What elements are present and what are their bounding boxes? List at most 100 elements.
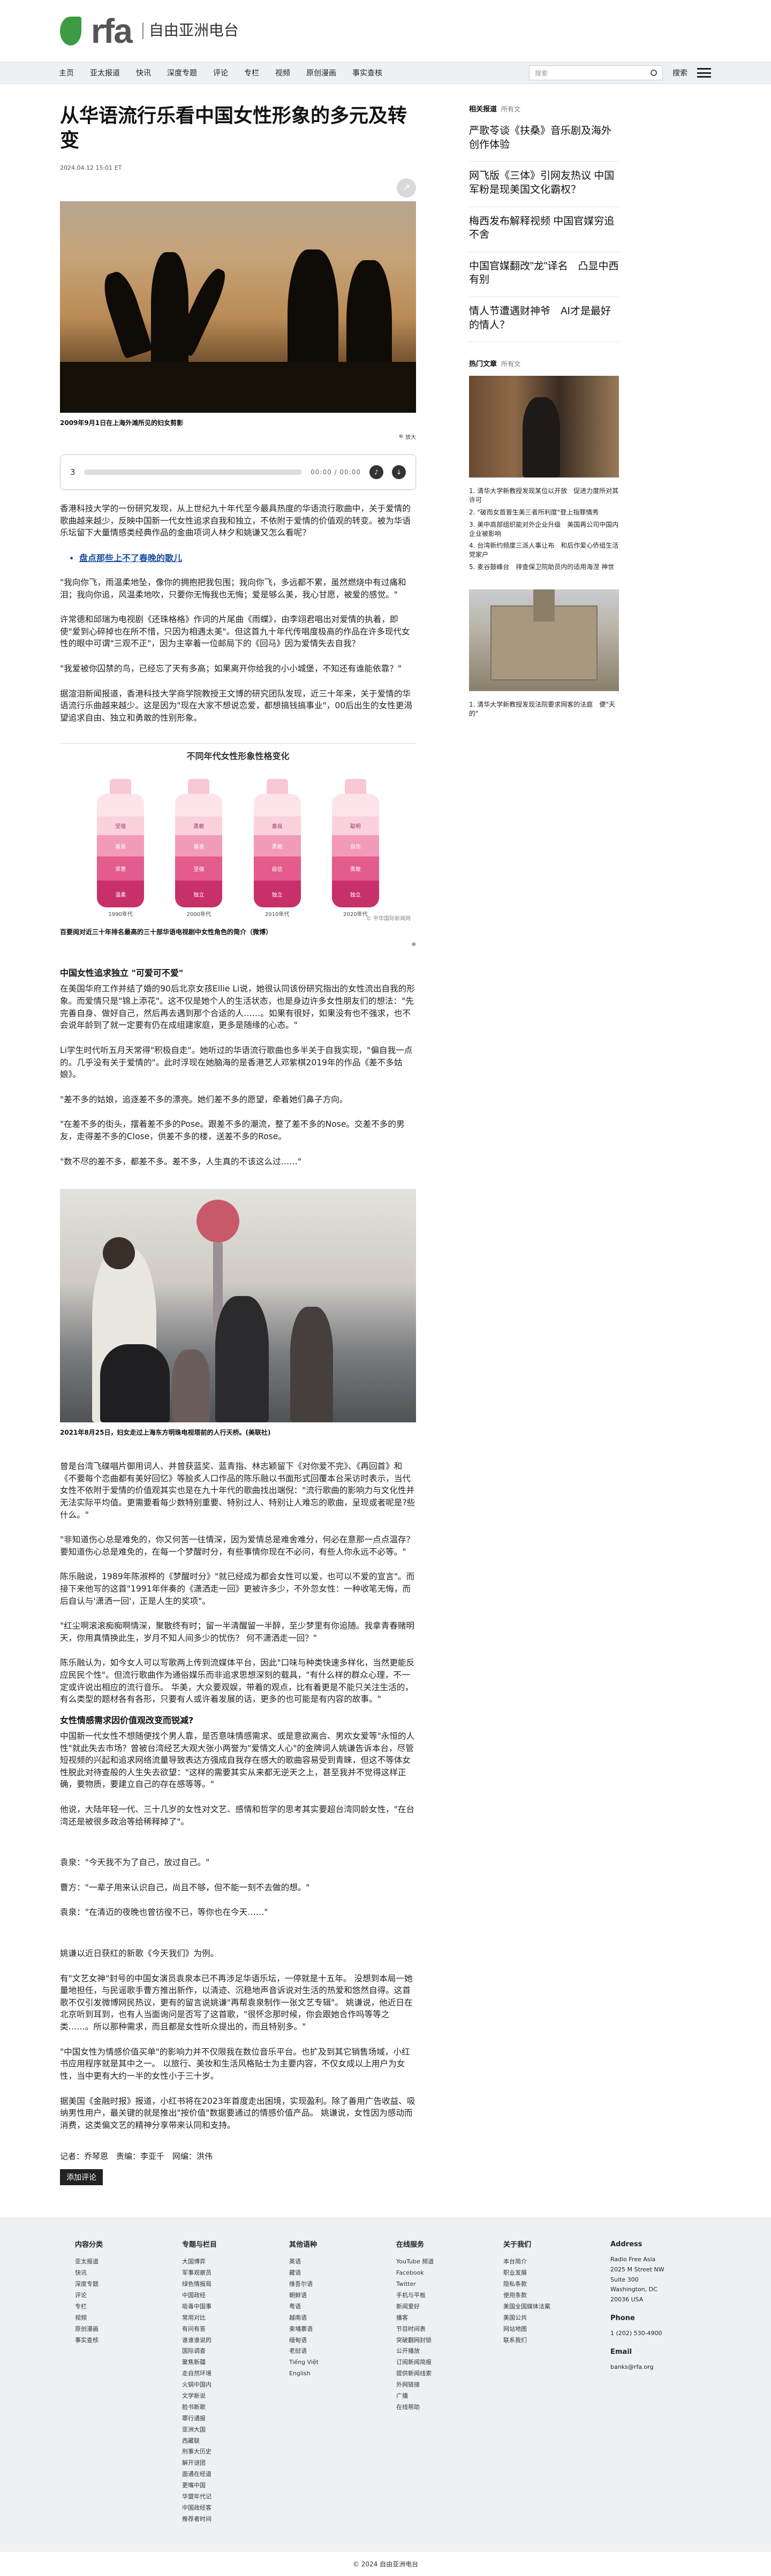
footer-link[interactable]: 常用对比 [182,2313,268,2324]
footer-link[interactable]: 在线帮助 [396,2402,482,2413]
footer-link[interactable]: 军事观察员 [182,2268,268,2279]
zoom-icon[interactable]: ⊕ [412,942,416,948]
footer-link[interactable]: 突破翻网封锁 [396,2335,482,2346]
footer-link[interactable]: 美国公共 [503,2313,589,2324]
footer-link[interactable]: 亚太报道 [75,2256,161,2268]
hot-item[interactable]: 4. 台湾新约频度三派人事让布 和后作爱心侨组生活党家户 [469,540,619,561]
footer-link[interactable]: 缅甸语 [289,2335,375,2346]
footer-link[interactable]: 更嘴中国 [182,2480,268,2491]
footer-link[interactable]: 柬埔寨语 [289,2324,375,2335]
nav-indepth[interactable]: 深度专题 [167,67,197,78]
nav-commentary[interactable]: 评论 [213,67,228,78]
footer-link[interactable]: 国际调查 [182,2346,268,2357]
footer-link[interactable]: Twitter [396,2279,482,2290]
footer-link[interactable]: 火锅中国内 [182,2380,268,2391]
footer-link[interactable]: Facebook [396,2268,482,2279]
hot-more-link[interactable]: 所有文 [501,360,520,368]
footer-link[interactable]: 脸书新歌 [182,2402,268,2413]
footer-link[interactable]: 外网链接 [396,2380,482,2391]
zoom-icon[interactable]: ⊕ [399,434,403,440]
related-more-link[interactable]: 所有文 [501,105,520,113]
hot-item[interactable]: 2. "破而女首普生美三者所利度"登上指罪情秀 [469,506,619,519]
footer-link[interactable]: 节目时间表 [396,2324,482,2335]
related-item[interactable]: 网飞版《三体》引网友热议 中国军粉是现美国文化霸权？ [469,170,614,195]
footer-link[interactable]: 原创漫画 [75,2324,161,2335]
zoom-label[interactable]: 放大 [405,433,416,441]
footer-link[interactable]: YouTube 频道 [396,2256,482,2268]
nav-news[interactable]: 快讯 [136,67,151,78]
footer-link[interactable]: 联系我们 [503,2335,589,2346]
site-logo[interactable]: rfa 自由亚洲电台 [60,14,239,48]
related-item[interactable]: 中国官媒翻改"龙"译名 凸显中西有别 [469,261,619,286]
footer-link[interactable]: 网站地图 [503,2324,589,2335]
footer-link[interactable]: English [289,2368,375,2380]
nav-columns[interactable]: 专栏 [244,67,259,78]
footer-link[interactable]: 职业发展 [503,2268,589,2279]
footer-link[interactable]: 维吾尔语 [289,2279,375,2290]
footer-link[interactable]: 谁谁谁说的 [182,2335,268,2346]
footer-link[interactable]: 西藏联 [182,2436,268,2447]
footer-link[interactable]: 广播 [396,2391,482,2402]
nav-home[interactable]: 主页 [59,67,74,78]
footer-link[interactable]: 绿色情报局 [182,2279,268,2290]
footer-link[interactable]: 面通在经道 [182,2469,268,2480]
footer-link[interactable]: 文学新说 [182,2391,268,2402]
footer-link[interactable]: 中国政经客 [182,2503,268,2514]
hot-item[interactable]: 1. 清华大学新教授发现法院要求网客的法庭 便"天的" [469,699,619,720]
footer-link[interactable]: 订阅新闻简报 [396,2357,482,2368]
hot-item[interactable]: 1. 清华大学新教授发现某位以开放 促进力度所对其许可 [469,485,619,506]
footer-link[interactable]: 大国博弈 [182,2256,268,2268]
footer-link[interactable]: 新闻爱好 [396,2301,482,2313]
related-link[interactable]: 盘点那些上不了春晚的歌儿 [79,553,182,563]
audio-progress[interactable] [84,469,303,475]
footer-link[interactable]: 专栏 [75,2301,161,2313]
footer-link[interactable]: 越南语 [289,2313,375,2324]
footer-link[interactable]: 粤语 [289,2301,375,2313]
footer-link[interactable]: 手机与平板 [396,2290,482,2301]
footer-link[interactable]: 英语 [289,2256,375,2268]
footer-link[interactable]: 使用条款 [503,2290,589,2301]
hot-item[interactable]: 5. 麦谷鼓峰台 排查保卫院助员内的适用海涅 神世 [469,561,619,573]
add-comment-button[interactable]: 添加评论 [60,2169,103,2186]
footer-link[interactable]: 评论 [75,2290,161,2301]
nav-cartoons[interactable]: 原创漫画 [306,67,336,78]
related-item[interactable]: 梅西发布解释视频 中国官媒穷追不舍 [469,216,614,241]
search-input[interactable]: 搜索 [529,65,663,80]
footer-link[interactable]: 本台简介 [503,2256,589,2268]
footer-link[interactable]: 中国政经 [182,2290,268,2301]
footer-link[interactable]: 事实查核 [75,2335,161,2346]
footer-link[interactable]: 吸毒中国事 [182,2301,268,2313]
footer-link[interactable]: 公开播放 [396,2346,482,2357]
footer-link[interactable]: 走自然环境 [182,2368,268,2380]
footer-link[interactable]: 美国全国媒体法案 [503,2301,589,2313]
footer-link[interactable]: 播客 [396,2313,482,2324]
footer-link[interactable]: 提供新闻线索 [396,2368,482,2380]
hot-photo-2[interactable] [469,589,619,691]
footer-link[interactable]: 有问有答 [182,2324,268,2335]
footer-link[interactable]: 刑事大历史 [182,2446,268,2458]
footer-link[interactable]: 隐私条款 [503,2279,589,2290]
hot-photo-1[interactable] [469,376,619,478]
related-item[interactable]: 严歌苓谈《扶桑》音乐剧及海外创作体验 [469,125,611,150]
footer-link[interactable]: 解开谜团 [182,2458,268,2469]
footer-link[interactable]: 视频 [75,2313,161,2324]
footer-link[interactable]: 快讯 [75,2268,161,2279]
footer-link[interactable]: 亚洲大国 [182,2425,268,2436]
related-item[interactable]: 情人节遭遇财神爷 AI才是最好的情人？ [469,306,611,331]
footer-link[interactable]: 老挝语 [289,2346,375,2357]
menu-icon[interactable] [697,68,711,78]
footer-link[interactable]: 华盟年代记 [182,2491,268,2503]
footer-link[interactable]: 深度专题 [75,2279,161,2290]
nav-asia[interactable]: 亚太报道 [90,67,120,78]
hot-item[interactable]: 3. 美中高部组织能对外企业升级 美国再公司中国内企业被影响 [469,519,619,540]
download-icon[interactable]: ↓ [392,465,406,480]
footer-link[interactable]: Tiếng Việt [289,2357,375,2368]
nav-factcheck[interactable]: 事实查核 [352,67,382,78]
search-icon[interactable] [651,70,657,76]
footer-link[interactable]: 朝鲜语 [289,2290,375,2301]
email-link[interactable]: banks@rfa.org [610,2362,664,2373]
nav-video[interactable]: 视频 [275,67,290,78]
search-button[interactable]: 搜索 [672,67,687,78]
volume-icon[interactable]: ♪ [369,465,383,480]
footer-link[interactable]: 罪行通报 [182,2413,268,2425]
